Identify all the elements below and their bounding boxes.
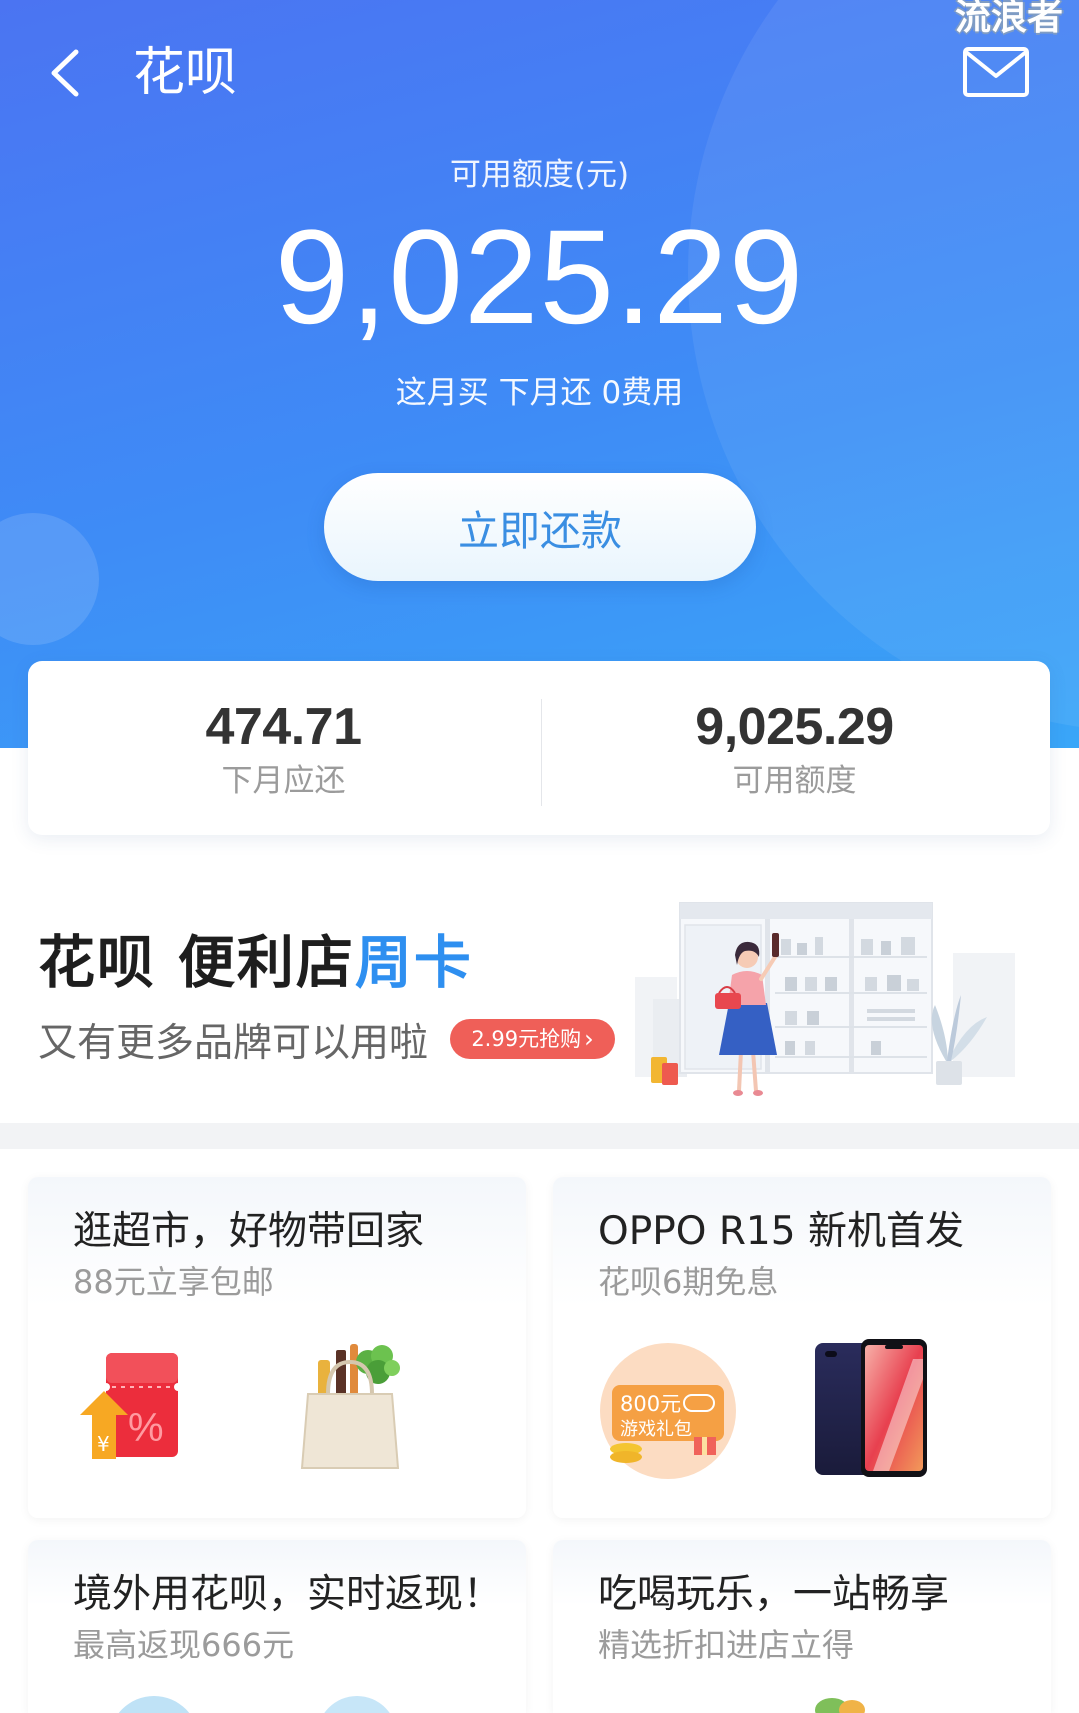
hero-tagline: 这月买 下月还 0费用 bbox=[395, 375, 684, 411]
promo-title: 花呗 便利店周卡 bbox=[38, 927, 473, 999]
chevron-right-icon: › bbox=[584, 1025, 594, 1053]
cashback-illustration-partial bbox=[317, 1696, 397, 1713]
page-title: 花呗 bbox=[133, 43, 238, 103]
offer-title: 境外用花呗，实时返现！ bbox=[73, 1572, 503, 1617]
promo-title-main: 花呗 便利店 bbox=[38, 930, 355, 996]
promo-title-accent: 周卡 bbox=[354, 930, 473, 996]
decorative-circle-small bbox=[0, 513, 99, 645]
back-button[interactable] bbox=[44, 46, 88, 100]
gift-amount-text: 800元 bbox=[620, 1392, 681, 1416]
chevron-left-icon bbox=[51, 49, 79, 97]
promo-subtitle: 又有更多品牌可以用啦 bbox=[38, 1021, 429, 1066]
coupon-currency-symbol: ¥ bbox=[97, 1432, 110, 1456]
game-gift-icon: 800元 游戏礼包 bbox=[600, 1343, 736, 1479]
buy-now-badge[interactable]: 2.99元抢购 › bbox=[450, 1019, 615, 1059]
available-credit-summary-label: 可用额度 bbox=[732, 763, 857, 799]
offer-title: 吃喝玩乐，一站畅享 bbox=[598, 1572, 950, 1617]
messages-button[interactable] bbox=[962, 46, 1030, 98]
offer-subtitle: 花呗6期免息 bbox=[598, 1263, 779, 1301]
next-month-due[interactable]: 474.71 下月应还 bbox=[28, 661, 539, 835]
watermark: 流浪者 bbox=[955, 0, 1064, 38]
gift-label-text: 游戏礼包 bbox=[620, 1419, 692, 1440]
decorative-circle-large bbox=[688, 0, 1079, 732]
hero-panel: 花呗 流浪者 可用额度(元) 9,025.29 这月买 下月还 0费用 立即还款 bbox=[0, 0, 1079, 748]
phone-icon bbox=[815, 1339, 927, 1477]
offer-card-food-and-fun[interactable]: 吃喝玩乐，一站畅享 精选折扣进店立得 bbox=[553, 1540, 1051, 1713]
offer-subtitle: 最高返现666元 bbox=[73, 1626, 295, 1664]
offer-subtitle: 88元立享包邮 bbox=[73, 1263, 274, 1301]
offer-title: OPPO R15 新机首发 bbox=[598, 1209, 964, 1254]
available-credit[interactable]: 9,025.29 可用额度 bbox=[539, 661, 1050, 835]
offer-subtitle: 精选折扣进店立得 bbox=[598, 1626, 855, 1664]
coupon-icon: % ¥ bbox=[80, 1353, 182, 1459]
next-month-due-label: 下月应还 bbox=[221, 763, 346, 799]
convenience-store-illustration bbox=[635, 902, 1015, 1096]
available-credit-value: 9,025.29 bbox=[695, 698, 894, 756]
offer-card-oppo-r15[interactable]: OPPO R15 新机首发 花呗6期免息 800元 游戏礼包 bbox=[553, 1177, 1051, 1518]
overseas-illustration-partial bbox=[109, 1696, 199, 1713]
coupon-percent-symbol: % bbox=[128, 1406, 164, 1450]
repay-now-button[interactable]: 立即还款 bbox=[324, 473, 756, 581]
mail-icon bbox=[963, 47, 1029, 97]
available-credit-label: 可用额度(元) bbox=[449, 157, 630, 193]
huabei-screen: 花呗 流浪者 可用额度(元) 9,025.29 这月买 下月还 0费用 立即还款… bbox=[0, 0, 1079, 1713]
convenience-store-week-card-banner[interactable]: 花呗 便利店周卡 又有更多品牌可以用啦 bbox=[0, 835, 1079, 1123]
offer-card-overseas-cashback[interactable]: 境外用花呗，实时返现！ 最高返现666元 bbox=[28, 1540, 526, 1713]
grocery-bag-icon bbox=[300, 1344, 400, 1469]
available-credit-amount: 9,025.29 bbox=[274, 203, 805, 352]
offer-card-supermarket[interactable]: 逛超市，好物带回家 88元立享包邮 % ¥ bbox=[28, 1177, 526, 1518]
summary-card: 474.71 下月应还 9,025.29 可用额度 bbox=[28, 661, 1050, 835]
next-month-due-value: 474.71 bbox=[205, 698, 362, 756]
offer-title: 逛超市，好物带回家 bbox=[73, 1209, 425, 1254]
buy-now-badge-label: 2.99元抢购 bbox=[471, 1027, 582, 1051]
food-illustration-partial bbox=[839, 1700, 865, 1713]
section-divider bbox=[0, 1123, 1079, 1149]
